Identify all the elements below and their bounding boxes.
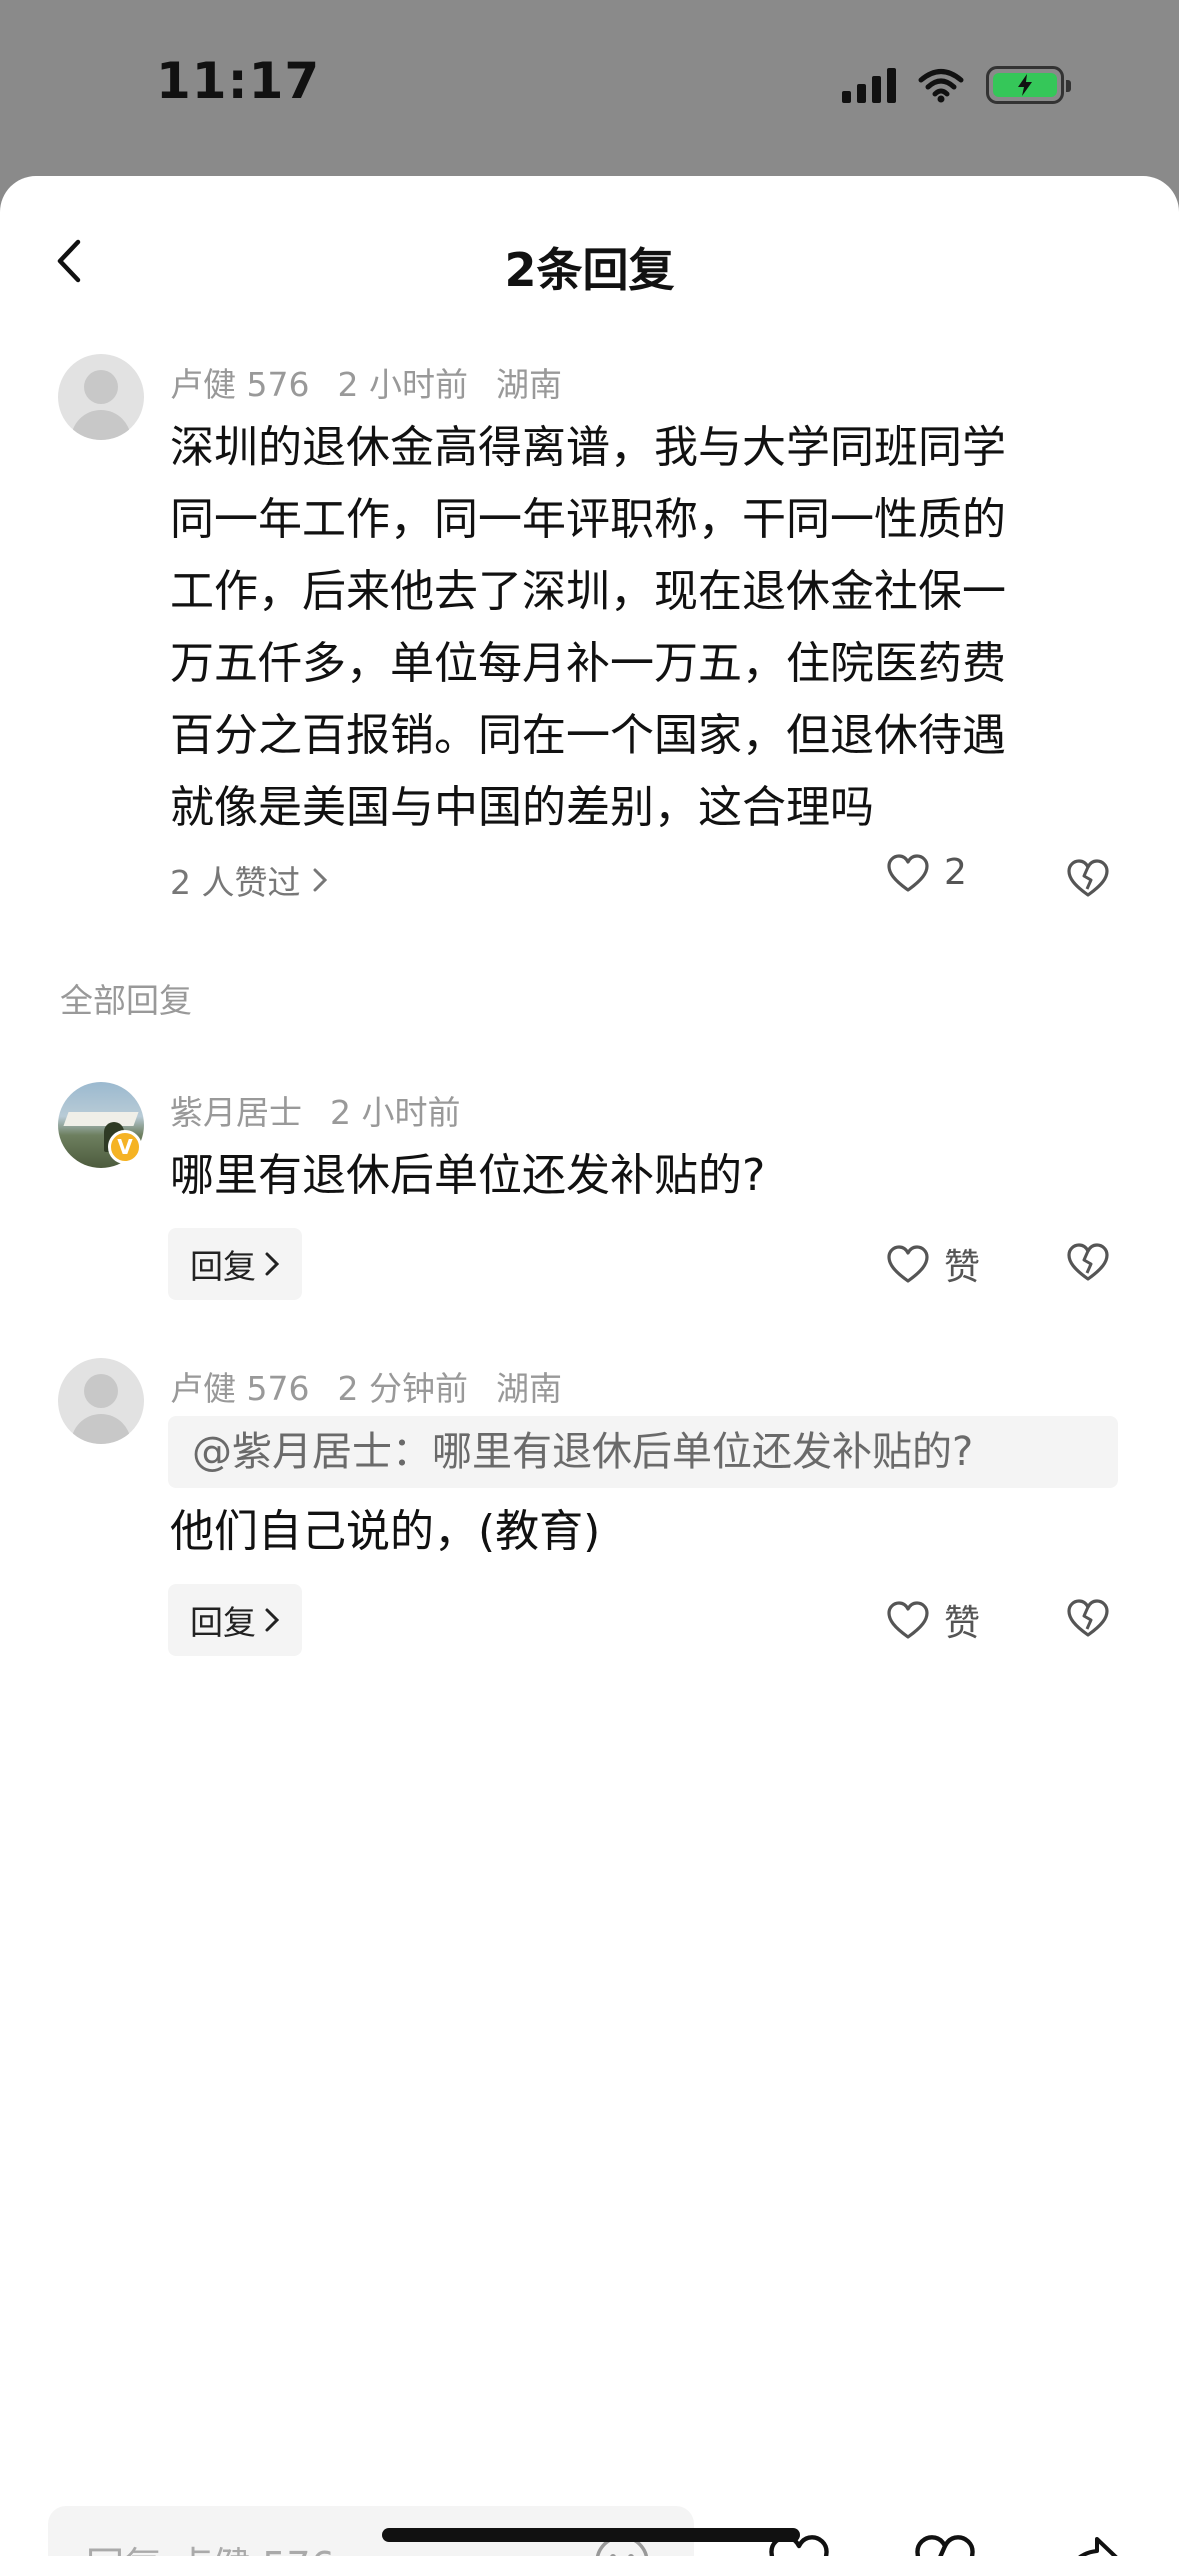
cellular-signal-icon: [842, 67, 896, 103]
comment-time: 2 小时前: [330, 1093, 461, 1132]
like-count: 2: [944, 852, 967, 893]
reply-button-label: 回复: [190, 1247, 256, 1286]
author-name[interactable]: 卢健 576: [170, 358, 309, 406]
heart-icon: [887, 853, 929, 892]
dislike-button[interactable]: [1066, 856, 1110, 900]
status-time: 11:17: [156, 52, 321, 110]
page-title: 2条回复: [504, 243, 675, 297]
comment-line: 万五仟多，单位每月补一万五，住院医药费: [170, 638, 1006, 689]
like-button[interactable]: 2: [886, 852, 967, 893]
author-name[interactable]: 紫月居士: [170, 1086, 302, 1134]
status-bar: 11:17: [0, 0, 1179, 175]
broken-heart-icon: [1067, 859, 1109, 897]
like-label: 赞: [944, 1247, 981, 1288]
author-name[interactable]: 卢健 576: [170, 1362, 309, 1410]
heart-icon: [887, 1601, 929, 1639]
comment-meta: 卢健 576 2 小时前 湖南: [170, 358, 562, 406]
wifi-icon: [918, 69, 964, 103]
status-icons: [842, 66, 1071, 104]
reply-button-label: 回复: [190, 1603, 256, 1642]
like-button[interactable]: 赞: [886, 1238, 980, 1290]
likes-summary-text: 2 人赞过: [170, 863, 301, 902]
avatar[interactable]: [58, 1358, 144, 1444]
avatar[interactable]: [58, 354, 144, 440]
share-arrow-icon: [1078, 2537, 1118, 2556]
dislike-button[interactable]: [1066, 1240, 1110, 1284]
like-label: 赞: [944, 1603, 981, 1644]
reply-input-placeholder: 回复 卢健 576:: [86, 2535, 348, 2556]
broken-heart-icon: [1067, 1599, 1109, 1637]
chevron-right-icon: [313, 868, 327, 892]
share-button[interactable]: [1060, 2530, 1126, 2556]
dislike-button[interactable]: [1066, 1596, 1110, 1640]
likes-summary[interactable]: 2 人赞过: [170, 856, 329, 904]
comment-line: 同一年工作，同一年评职称，干同一性质的: [170, 494, 1006, 545]
quoted-reply: @紫月居士：哪里有退休后单位还发补贴的?: [168, 1416, 1118, 1488]
comment-meta: 卢健 576 2 分钟前 湖南: [170, 1362, 562, 1410]
chevron-right-icon: [265, 1608, 280, 1632]
heart-icon: [887, 1245, 929, 1283]
broken-heart-icon: [1067, 1243, 1109, 1281]
chevron-right-icon: [265, 1252, 280, 1276]
comment-text: 他们自己说的，(教育): [170, 1506, 601, 1557]
section-label: 全部回复: [60, 981, 192, 1020]
comment-line: 工作，后来他去了深圳，现在退休金社保一: [170, 566, 1006, 617]
battery-icon: [986, 66, 1071, 104]
dislike-button[interactable]: [912, 2530, 978, 2556]
comment-time: 2 分钟前: [337, 1369, 468, 1408]
comment-location: 湖南: [495, 1369, 562, 1408]
comment-text: 哪里有退休后单位还发补贴的?: [170, 1150, 766, 1201]
broken-heart-icon: [915, 2535, 975, 2556]
comment-location: 湖南: [495, 365, 562, 404]
home-indicator[interactable]: [382, 2528, 800, 2542]
reply-button[interactable]: 回复: [168, 1228, 302, 1300]
header: 2条回复: [0, 176, 1179, 346]
comment-time: 2 小时前: [337, 365, 468, 404]
verified-badge: V: [108, 1130, 142, 1164]
comment-meta: 紫月居士 2 小时前: [170, 1086, 461, 1134]
reply-sheet: 2条回复 卢健 576 2 小时前 湖南 深圳的退休金高得离谱，我与大学同班同学…: [0, 176, 1179, 2556]
comment-text: 深圳的退休金高得离谱，我与大学同班同学 同一年工作，同一年评职称，干同一性质的 …: [170, 412, 1130, 844]
reply-button[interactable]: 回复: [168, 1584, 302, 1656]
like-button[interactable]: 赞: [886, 1594, 980, 1646]
comment-line: 就像是美国与中国的差别，这合理吗: [170, 782, 874, 833]
comment-line: 百分之百报销。同在一个国家，但退休待遇: [170, 710, 1006, 761]
comment-line: 深圳的退休金高得离谱，我与大学同班同学: [170, 422, 1006, 473]
